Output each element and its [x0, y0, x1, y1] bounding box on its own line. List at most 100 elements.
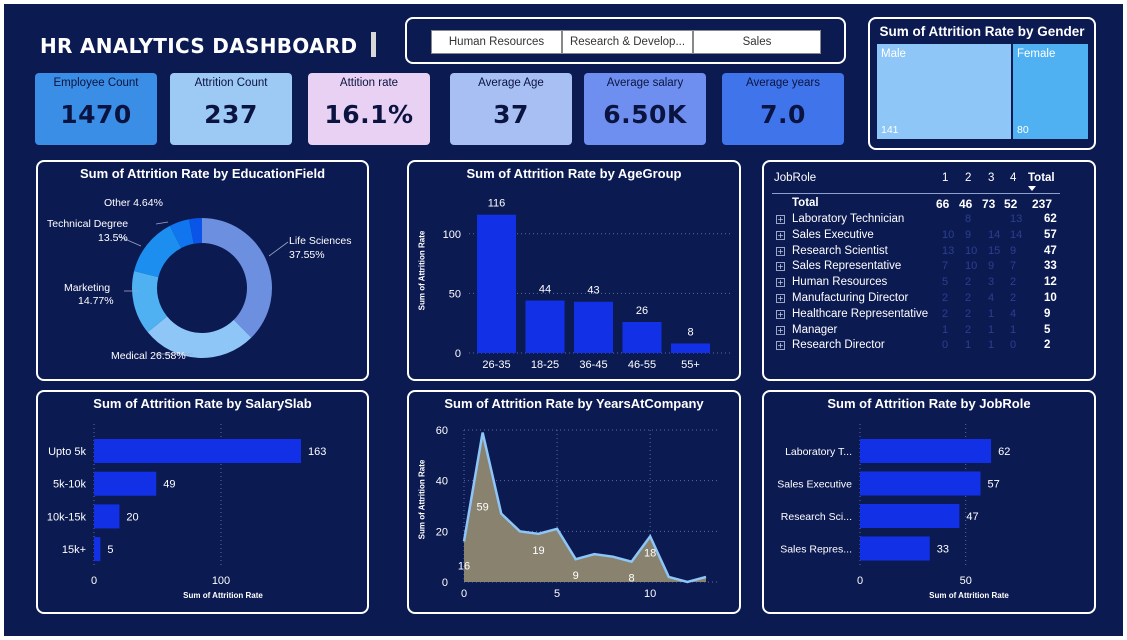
y-tick-label: Sales Repres...: [780, 544, 852, 556]
expand-icon[interactable]: +: [776, 215, 785, 224]
dashboard-title: HR ANALYTICS DASHBOARD: [40, 34, 358, 58]
treemap-female[interactable]: Female 80: [1013, 44, 1088, 139]
kpi-attrition-count[interactable]: Attrition Count 237: [170, 73, 292, 145]
x-tick-label: 0: [857, 575, 863, 587]
kpi-average-age[interactable]: Average Age 37: [450, 73, 572, 145]
label-technical-degree-pct: 13.5%: [98, 232, 128, 244]
expand-icon[interactable]: +: [776, 309, 785, 319]
salary-bar-chart: 0 100 163 Upto 5k 49 5k-10k 20 10k-15k 5 15k+: [47, 424, 326, 587]
table-row-value: 9: [965, 228, 972, 241]
table-row-value: 1: [1010, 323, 1017, 336]
years-chart-title: Sum of Attrition Rate by YearsAtCompany: [444, 396, 704, 411]
table-row-total: 9: [1044, 307, 1051, 320]
agegroup-chart-title: Sum of Attrition Rate by AgeGroup: [466, 166, 682, 181]
female-value: 80: [1017, 124, 1029, 136]
table-row-value: 2: [1010, 276, 1017, 289]
bar: [94, 504, 120, 529]
data-label: 5: [107, 544, 113, 556]
x-tick-label: 5: [554, 588, 560, 600]
expand-icon[interactable]: +: [776, 262, 785, 272]
years-area-chart: 0 20 40 60 0 5 10 16 59 19 9 8 18: [436, 425, 718, 600]
table-row-value: 13: [1010, 213, 1023, 225]
table-row-value: 7: [1010, 260, 1017, 273]
table-row-total: 57: [1044, 228, 1057, 241]
table-row-value: 1: [988, 339, 995, 352]
label-life-sciences-pct: 37.55%: [289, 249, 325, 261]
salary-x-axis-label: Sum of Attrition Rate: [183, 591, 263, 600]
data-label: 116: [488, 198, 506, 210]
table-row-value: 2: [965, 276, 972, 289]
total-row-total: 237: [1032, 197, 1053, 211]
table-row-total: 5: [1044, 323, 1051, 336]
female-label: Female: [1017, 48, 1056, 60]
table-row-value: 5: [942, 276, 949, 289]
data-label: 19: [532, 545, 544, 557]
table-row-total: 12: [1044, 276, 1057, 289]
years-chart-panel: Sum of Attrition Rate by YearsAtCompany …: [407, 390, 741, 614]
slicer-sales[interactable]: Sales: [693, 30, 821, 54]
expand-icon[interactable]: +: [776, 278, 785, 288]
data-label: 8: [687, 326, 693, 338]
jobrole-chart-panel: Sum of Attrition Rate by JobRole 0 50 62 La…: [762, 390, 1096, 614]
table-row-value: 4: [988, 292, 995, 304]
male-value: 141: [881, 124, 899, 136]
x-tick-label: 0: [91, 575, 97, 587]
header-col: 2: [965, 172, 972, 184]
table-row-value: 10: [942, 228, 955, 241]
kpi-attrition-rate[interactable]: Attition rate 16.1%: [308, 73, 430, 145]
table-row-value: 9: [1010, 244, 1017, 257]
x-tick-label: 55+: [681, 359, 700, 371]
kpi-value: 16.1%: [324, 100, 414, 129]
y-tick-label: Laboratory T...: [785, 446, 852, 458]
table-row-label: Manufacturing Director: [792, 292, 909, 304]
table-row-label: Sales Executive: [792, 228, 874, 241]
table-row-value: 9: [988, 260, 995, 273]
label-marketing-pct: 14.77%: [78, 295, 114, 307]
expand-icon[interactable]: +: [776, 341, 785, 351]
table-row-label: Manager: [792, 323, 838, 336]
table-row-label: Sales Representative: [792, 260, 902, 273]
bar: [671, 343, 710, 353]
expand-icon[interactable]: +: [776, 230, 785, 240]
jobrole-chart-title: Sum of Attrition Rate by JobRole: [827, 396, 1031, 411]
table-row-label: Research Scientist: [792, 244, 888, 257]
slicer-research-development[interactable]: Research & Develop...: [562, 30, 693, 54]
leader-line: [268, 241, 289, 257]
data-label: 20: [126, 511, 138, 523]
kpi-label: Attition rate: [339, 77, 399, 89]
data-label: 49: [163, 479, 175, 491]
slicer-human-resources[interactable]: Human Resources: [431, 30, 562, 54]
jobrole-x-axis-label: Sum of Attrition Rate: [929, 591, 1009, 600]
data-label: 59: [476, 502, 488, 514]
expand-icon[interactable]: +: [776, 294, 785, 303]
sort-desc-icon[interactable]: [1028, 186, 1036, 191]
table-row-value: 0: [1010, 339, 1017, 352]
kpi-average-salary[interactable]: Average salary 6.50K: [584, 73, 706, 145]
label-technical-degree: Technical Degree: [47, 218, 129, 230]
table-row-label: Research Director: [792, 339, 885, 352]
treemap-male[interactable]: Male 141: [877, 44, 1011, 139]
x-tick-label: 0: [461, 588, 467, 600]
expand-icon[interactable]: +: [776, 246, 785, 256]
table-row-value: 2: [965, 292, 972, 304]
table-row-value: 13: [942, 244, 955, 257]
table-row-value: 1: [965, 339, 972, 352]
total-row-value: 73: [982, 197, 996, 211]
kpi-value: 6.50K: [603, 100, 687, 129]
y-tick-label: 100: [443, 229, 461, 241]
donut-slice: [202, 218, 272, 338]
header-total: Total: [1028, 172, 1055, 184]
education-chart-title: Sum of Attrition Rate by EducationField: [79, 166, 326, 181]
data-label: 57: [988, 479, 1000, 491]
table-row-label: Healthcare Representative: [792, 307, 929, 320]
kpi-average-years[interactable]: Average years 7.0: [722, 73, 844, 145]
table-row-value: 1: [988, 307, 995, 320]
data-label: 44: [539, 284, 551, 296]
expand-icon[interactable]: +: [776, 325, 785, 335]
total-row-value: 52: [1004, 197, 1018, 211]
x-tick-label: 46-55: [628, 359, 656, 371]
kpi-employee-count[interactable]: Employee Count 1470: [35, 73, 157, 145]
table-row-value: 10: [965, 260, 978, 273]
data-label: 16: [458, 560, 470, 572]
table-row-value: 8: [965, 213, 972, 225]
